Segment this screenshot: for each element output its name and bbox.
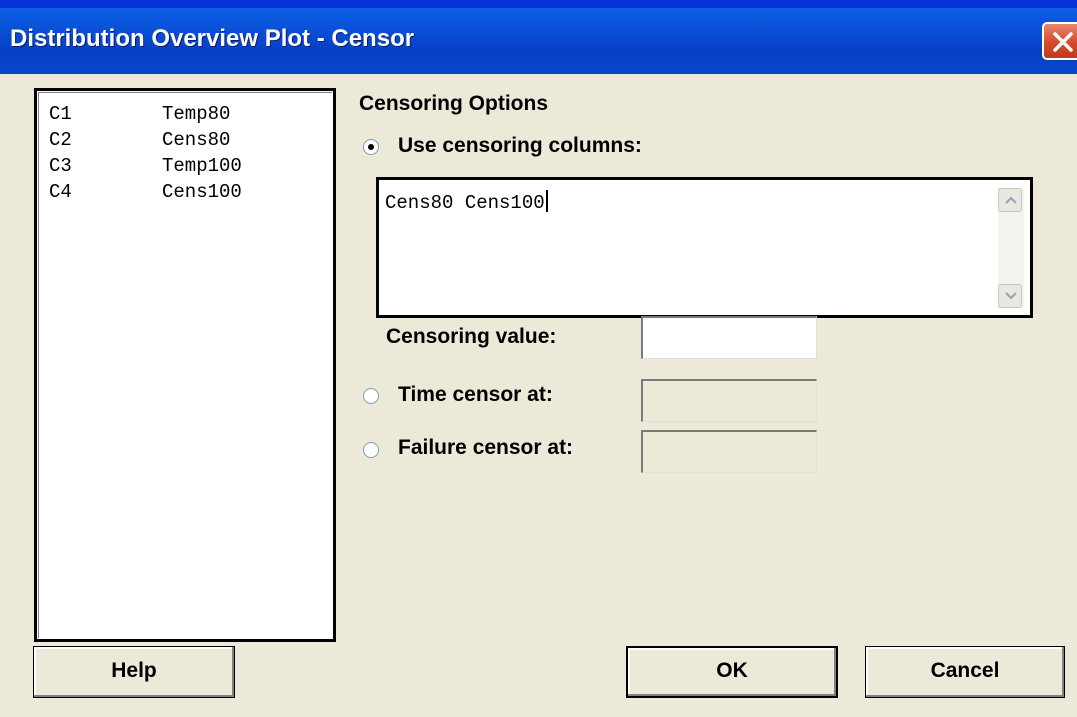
ok-button-label: OK	[716, 659, 748, 682]
chevron-down-icon	[1005, 292, 1017, 300]
help-button[interactable]: Help	[33, 646, 235, 698]
chevron-up-icon	[1005, 196, 1017, 204]
time-censor-radio[interactable]	[363, 388, 379, 404]
time-censor-input[interactable]	[641, 379, 817, 422]
title-bar[interactable]: Distribution Overview Plot - Censor	[0, 8, 1077, 74]
window-title: Distribution Overview Plot - Censor	[10, 25, 415, 52]
close-button[interactable]	[1042, 22, 1077, 60]
use-censoring-columns-radio[interactable]	[363, 139, 379, 155]
scroll-down-button[interactable]	[998, 284, 1022, 308]
cancel-button[interactable]: Cancel	[865, 646, 1065, 698]
scroll-up-button[interactable]	[998, 188, 1022, 212]
column-name: Cens80	[162, 129, 231, 151]
close-icon	[1053, 32, 1073, 52]
failure-censor-input[interactable]	[641, 430, 817, 473]
vertical-scrollbar[interactable]	[998, 188, 1024, 308]
cancel-button-label: Cancel	[930, 659, 1000, 682]
censoring-value-input[interactable]	[641, 316, 817, 359]
variable-listbox[interactable]: C1 Temp80 C2 Cens80 C3 Temp100 C4 Cens10…	[34, 88, 336, 642]
column-name: Temp80	[162, 103, 231, 125]
ok-button[interactable]: OK	[626, 646, 838, 698]
column-id: C1	[49, 103, 72, 125]
time-censor-field[interactable]	[643, 381, 816, 421]
censoring-options-heading: Censoring Options	[359, 92, 548, 115]
help-button-label: Help	[111, 659, 157, 682]
text-caret	[545, 190, 548, 212]
censoring-value-label: Censoring value:	[386, 325, 557, 348]
failure-censor-label[interactable]: Failure censor at:	[398, 436, 573, 460]
time-censor-label[interactable]: Time censor at:	[398, 383, 553, 407]
failure-censor-field[interactable]	[643, 432, 816, 472]
column-name: Temp100	[162, 155, 242, 177]
column-id: C2	[49, 129, 72, 151]
column-name: Cens100	[162, 181, 242, 203]
window-top-edge	[0, 0, 1077, 8]
column-id: C3	[49, 155, 72, 177]
failure-censor-radio[interactable]	[363, 442, 379, 458]
censoring-columns-value: Cens80 Cens100	[385, 192, 545, 214]
censoring-columns-field[interactable]: Cens80 Cens100	[376, 177, 1033, 318]
column-id: C4	[49, 181, 72, 203]
use-censoring-columns-label[interactable]: Use censoring columns:	[398, 134, 642, 158]
censoring-value-field[interactable]	[643, 318, 816, 358]
